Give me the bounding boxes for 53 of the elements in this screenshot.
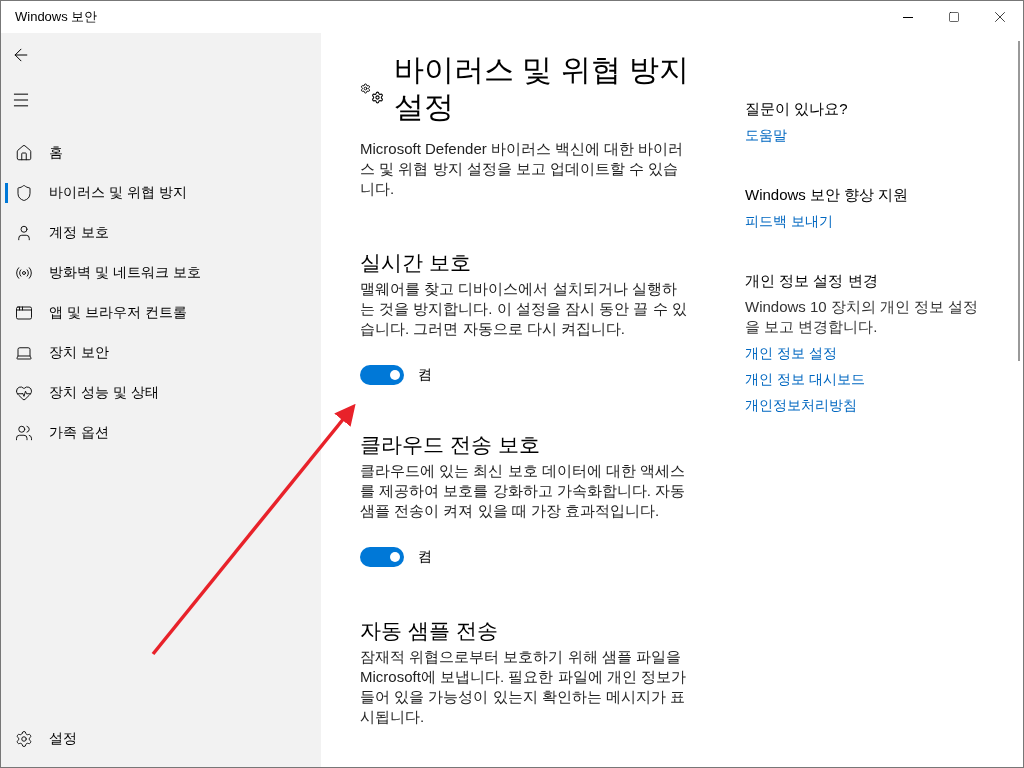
person-icon — [15, 224, 33, 242]
nav-label: 홈 — [49, 144, 63, 162]
nav-item[interactable]: 방화벽 및 네트워크 보호 — [1, 253, 321, 293]
page-title: 바이러스 및 위협 방지 설정 — [394, 52, 690, 125]
section-description: 잠재적 위협으로부터 보호하기 위해 샘플 파일을 Microsoft에 보냅니다. 필요한 파일에 개인 정보가 들어 있을 가능성이 있는지 확인하는 메시지가 표시됩니다. — [360, 647, 687, 727]
toggle-switch[interactable] — [360, 365, 404, 385]
nav-item[interactable]: 앱 및 브라우저 컨트롤 — [1, 293, 321, 333]
toggle-label: 켬 — [418, 366, 432, 384]
link[interactable]: 도움말 — [745, 125, 985, 145]
nav-item[interactable]: 장치 보안 — [1, 333, 321, 373]
settings-item[interactable]: 설정 — [1, 719, 321, 759]
section-title: 실시간 보호 — [360, 250, 472, 276]
nav-item[interactable]: 바이러스 및 위협 방지 — [1, 173, 321, 213]
laptop-icon — [15, 344, 33, 362]
heart-icon — [15, 384, 33, 402]
nav-item[interactable]: 계정 보호 — [1, 213, 321, 253]
shield-icon — [15, 184, 33, 202]
nav-item[interactable]: 홈 — [1, 133, 321, 173]
toggle-label: 켬 — [418, 548, 432, 566]
aside-heading: 개인 정보 설정 변경 — [745, 271, 879, 291]
nav-label: 장치 보안 — [49, 344, 109, 362]
link[interactable]: 개인 정보 설정 — [745, 343, 985, 363]
aside-heading: Windows 보안 향상 지원 — [745, 185, 910, 205]
section-description: 클라우드에 있는 최신 보호 데이터에 대한 액세스를 제공하여 보호를 강화하고 가속화합니다. 자동 샘플 전송이 켜져 있을 때 가장 효과적입니다. — [360, 461, 686, 521]
nav-label: 방화벽 및 네트워크 보호 — [49, 264, 201, 282]
link[interactable]: 피드백 보내기 — [745, 211, 985, 231]
family-icon — [15, 424, 33, 442]
home-icon — [15, 144, 33, 162]
section-description: 맬웨어를 찾고 디바이스에서 설치되거나 실행하는 것을 방지합니다. 이 설정을 잠시 동안 끌 수 있습니다. 그러면 자동으로 다시 켜집니다. — [360, 279, 688, 339]
link[interactable]: 개인 정보 대시보드 — [745, 369, 985, 389]
antenna-icon — [15, 264, 33, 282]
nav-item[interactable]: 장치 성능 및 상태 — [1, 373, 321, 413]
window-title: Windows 보안 — [15, 8, 98, 26]
toggle-switch[interactable] — [360, 547, 404, 567]
window-icon — [15, 304, 33, 322]
nav-label: 장치 성능 및 상태 — [49, 384, 159, 402]
nav-label: 계정 보호 — [49, 224, 109, 242]
nav-item[interactable]: 가족 옵션 — [1, 413, 321, 453]
settings-icon — [15, 730, 33, 748]
nav-label: 앱 및 브라우저 컨트롤 — [49, 304, 187, 322]
gears-icon — [360, 82, 384, 104]
section-title: 클라우드 전송 보호 — [360, 432, 541, 458]
maximize-icon — [948, 11, 960, 23]
minimize-icon — [903, 16, 913, 18]
nav-label: 바이러스 및 위협 방지 — [49, 184, 187, 202]
link[interactable]: 개인정보처리방침 — [745, 395, 985, 415]
aside-heading: 질문이 있나요? — [745, 99, 849, 119]
scrollbar[interactable] — [1018, 41, 1020, 361]
nav-label: 가족 옵션 — [49, 424, 109, 442]
section-title: 자동 샘플 전송 — [360, 618, 499, 644]
page-description: Microsoft Defender 바이러스 백신에 대한 바이러스 및 위협 방지 설정을 보고 업데이트할 수 있습니다. — [360, 139, 685, 199]
aside-text: Windows 10 장치의 개인 정보 설정을 보고 변경합니다. — [745, 297, 980, 337]
nav-label: 설정 — [49, 730, 77, 748]
